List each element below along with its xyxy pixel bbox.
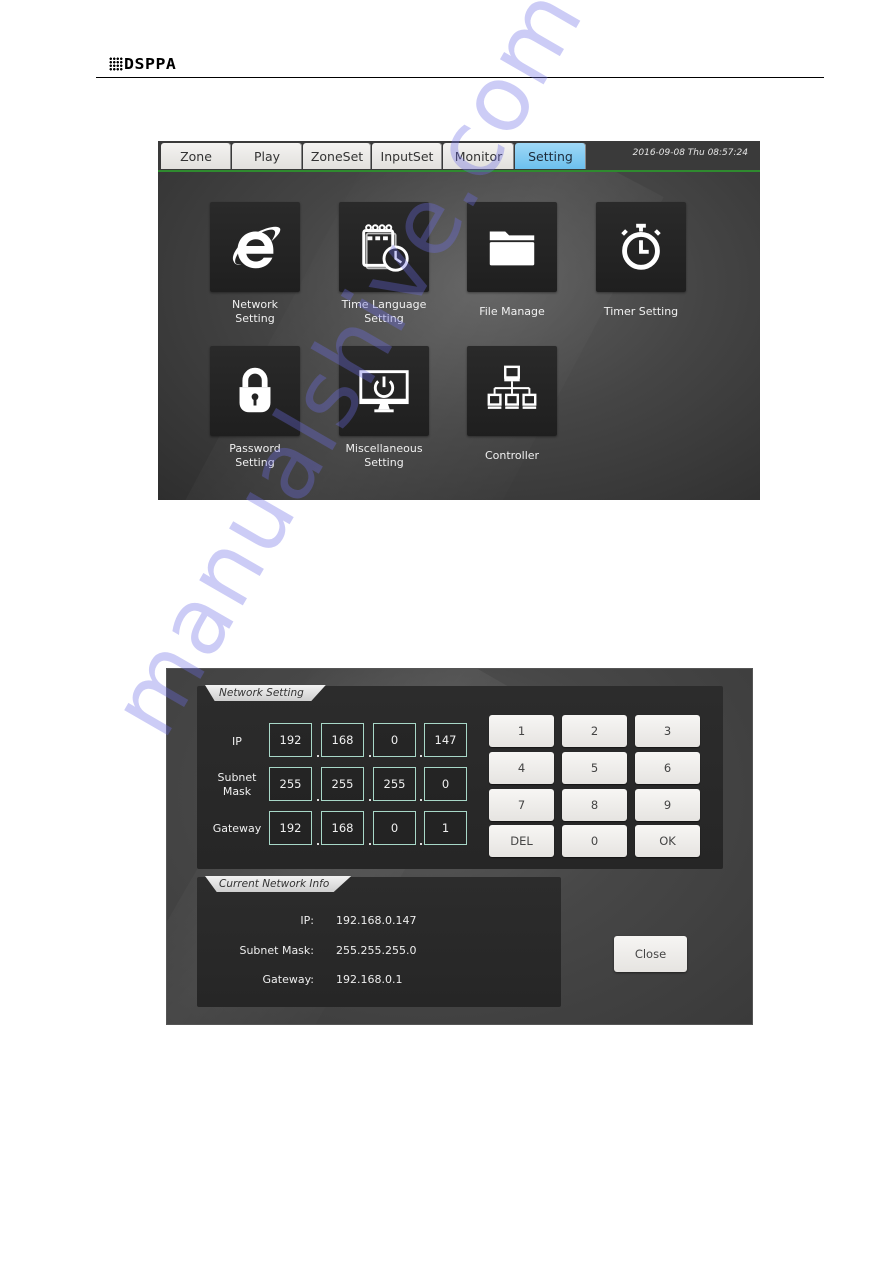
current-gateway-label: Gateway:: [262, 973, 315, 986]
subnet-octet-2[interactable]: 255: [321, 767, 364, 801]
network-setting-tile[interactable]: [210, 202, 300, 292]
gateway-octet-3[interactable]: 0: [373, 811, 416, 845]
label-line: File Manage: [479, 305, 545, 318]
keypad-5-button[interactable]: 5: [562, 752, 627, 784]
file-manage-label: File Manage: [452, 305, 572, 319]
ip-octet-4[interactable]: 147: [424, 723, 467, 757]
network-setting-panel: Network Setting IP Subnet Mask Gateway 1…: [197, 685, 723, 869]
octet-separator: [317, 843, 319, 845]
folder-icon: [489, 231, 535, 266]
controller-tile[interactable]: [467, 346, 557, 436]
miscellaneous-setting-tile[interactable]: [339, 346, 429, 436]
subnet-mask-label: Subnet Mask: [207, 771, 267, 799]
label-line: Setting: [235, 456, 275, 469]
network-setting-screen: Network Setting IP Subnet Mask Gateway 1…: [166, 668, 753, 1025]
dsppa-logo: DSPPA: [109, 56, 176, 72]
logo-text: DSPPA: [124, 55, 177, 73]
logo-dot-grid-icon: [109, 57, 123, 71]
keypad-7-button[interactable]: 7: [489, 789, 554, 821]
label-line: Gateway: [212, 822, 262, 835]
subnet-octet-1[interactable]: 255: [269, 767, 312, 801]
label-line: Mask: [222, 785, 252, 798]
label-line: Controller: [484, 449, 540, 462]
label-line: Setting: [235, 312, 275, 325]
tab-play[interactable]: Play: [232, 143, 302, 169]
network-setting-title: Network Setting: [205, 685, 326, 701]
ip-octet-2[interactable]: 168: [321, 723, 364, 757]
label-line: Subnet: [217, 771, 257, 784]
document-header: DSPPA: [96, 52, 824, 78]
octet-separator: [420, 755, 422, 757]
keypad-0-button[interactable]: 0: [562, 825, 627, 857]
gateway-octet-4[interactable]: 1: [424, 811, 467, 845]
gateway-label: Gateway: [207, 822, 267, 836]
octet-separator: [317, 799, 319, 801]
current-ip-value: 192.168.0.147: [336, 914, 417, 927]
ip-label: IP: [207, 735, 267, 749]
octet-separator: [317, 755, 319, 757]
label-line: Time Language: [341, 298, 427, 311]
monitor-power-icon: [359, 370, 409, 413]
current-network-info-title: Current Network Info: [205, 876, 352, 892]
file-manage-tile[interactable]: [467, 202, 557, 292]
timer-setting-tile[interactable]: [596, 202, 686, 292]
keypad-1-button[interactable]: 1: [489, 715, 554, 747]
label-line: IP: [232, 735, 242, 748]
network-hierarchy-icon: [487, 365, 537, 409]
keypad-9-button[interactable]: 9: [635, 789, 700, 821]
calendar-clock-icon: [362, 224, 409, 272]
current-network-info-panel: Current Network Info IP: 192.168.0.147 S…: [197, 876, 561, 1007]
octet-separator: [369, 755, 371, 757]
controller-label: Controller: [452, 449, 572, 463]
tab-monitor[interactable]: Monitor: [443, 143, 514, 169]
subnet-octet-4[interactable]: 0: [424, 767, 467, 801]
keypad-del-button[interactable]: DEL: [489, 825, 554, 857]
setting-menu-screen: Zone Play ZoneSet InputSet Monitor Setti…: [158, 141, 760, 500]
internet-explorer-icon: [232, 226, 281, 269]
padlock-icon: [239, 367, 271, 413]
keypad-4-button[interactable]: 4: [489, 752, 554, 784]
label-line: Setting: [364, 312, 404, 325]
stopwatch-icon: [621, 223, 661, 270]
keypad-6-button[interactable]: 6: [635, 752, 700, 784]
tab-setting[interactable]: Setting: [515, 143, 586, 169]
keypad-2-button[interactable]: 2: [562, 715, 627, 747]
tab-zoneset[interactable]: ZoneSet: [303, 143, 371, 169]
octet-separator: [420, 799, 422, 801]
label-line: Password: [229, 442, 281, 455]
keypad-8-button[interactable]: 8: [562, 789, 627, 821]
tab-bar: Zone Play ZoneSet InputSet Monitor Setti…: [158, 141, 760, 172]
password-setting-tile[interactable]: [210, 346, 300, 436]
octet-separator: [369, 843, 371, 845]
timer-setting-label: Timer Setting: [581, 305, 701, 319]
subnet-octet-3[interactable]: 255: [373, 767, 416, 801]
ip-octet-3[interactable]: 0: [373, 723, 416, 757]
time-language-setting-tile[interactable]: [339, 202, 429, 292]
miscellaneous-setting-label: Miscellaneous Setting: [324, 442, 444, 470]
label-line: Network: [232, 298, 278, 311]
network-setting-label: Network Setting: [195, 298, 315, 326]
current-subnet-value: 255.255.255.0: [336, 944, 417, 957]
octet-separator: [420, 843, 422, 845]
time-language-setting-label: Time Language Setting: [324, 298, 444, 326]
tab-zone[interactable]: Zone: [161, 143, 231, 169]
gateway-octet-2[interactable]: 168: [321, 811, 364, 845]
octet-separator: [369, 799, 371, 801]
current-ip-label: IP:: [300, 914, 314, 927]
keypad-3-button[interactable]: 3: [635, 715, 700, 747]
label-line: Miscellaneous: [345, 442, 423, 455]
password-setting-label: Password Setting: [195, 442, 315, 470]
close-button[interactable]: Close: [614, 936, 687, 972]
current-subnet-label: Subnet Mask:: [239, 944, 314, 957]
keypad-ok-button[interactable]: OK: [635, 825, 700, 857]
ip-octet-1[interactable]: 192: [269, 723, 312, 757]
label-line: Setting: [364, 456, 404, 469]
gateway-octet-1[interactable]: 192: [269, 811, 312, 845]
current-gateway-value: 192.168.0.1: [336, 973, 403, 986]
tab-inputset[interactable]: InputSet: [372, 143, 442, 169]
label-line: Timer Setting: [603, 305, 679, 318]
datetime-display: 2016-09-08 Thu 08:57:24: [632, 148, 748, 158]
